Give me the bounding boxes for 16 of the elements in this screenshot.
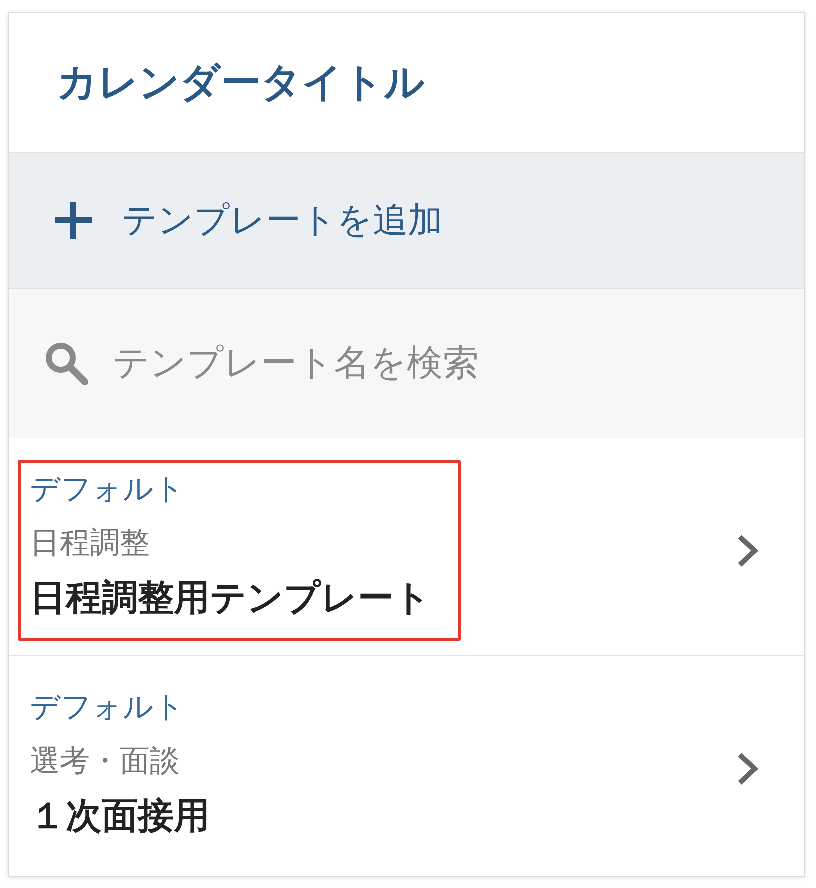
chevron-right-icon xyxy=(737,752,759,786)
search-field[interactable]: テンプレート名を検索 xyxy=(9,289,804,438)
template-category: 日程調整 xyxy=(30,526,151,562)
template-category: 選考・面談 xyxy=(30,744,181,780)
plus-icon xyxy=(55,202,92,239)
template-name: 日程調整用テンプレート xyxy=(30,576,431,620)
template-item[interactable]: デフォルト 日程調整 日程調整用テンプレート xyxy=(9,438,804,656)
search-icon xyxy=(45,342,88,385)
template-item[interactable]: デフォルト 選考・面談 １次面接用 xyxy=(9,656,804,876)
add-template-button[interactable]: テンプレートを追加 xyxy=(55,197,443,244)
template-tag: デフォルト xyxy=(30,463,431,517)
template-name: １次面接用 xyxy=(30,794,210,838)
chevron-right-icon xyxy=(737,534,759,568)
template-tag: デフォルト xyxy=(30,681,210,735)
search-input[interactable]: テンプレート名を検索 xyxy=(113,340,780,387)
calendar-title: カレンダータイトル xyxy=(57,60,425,106)
